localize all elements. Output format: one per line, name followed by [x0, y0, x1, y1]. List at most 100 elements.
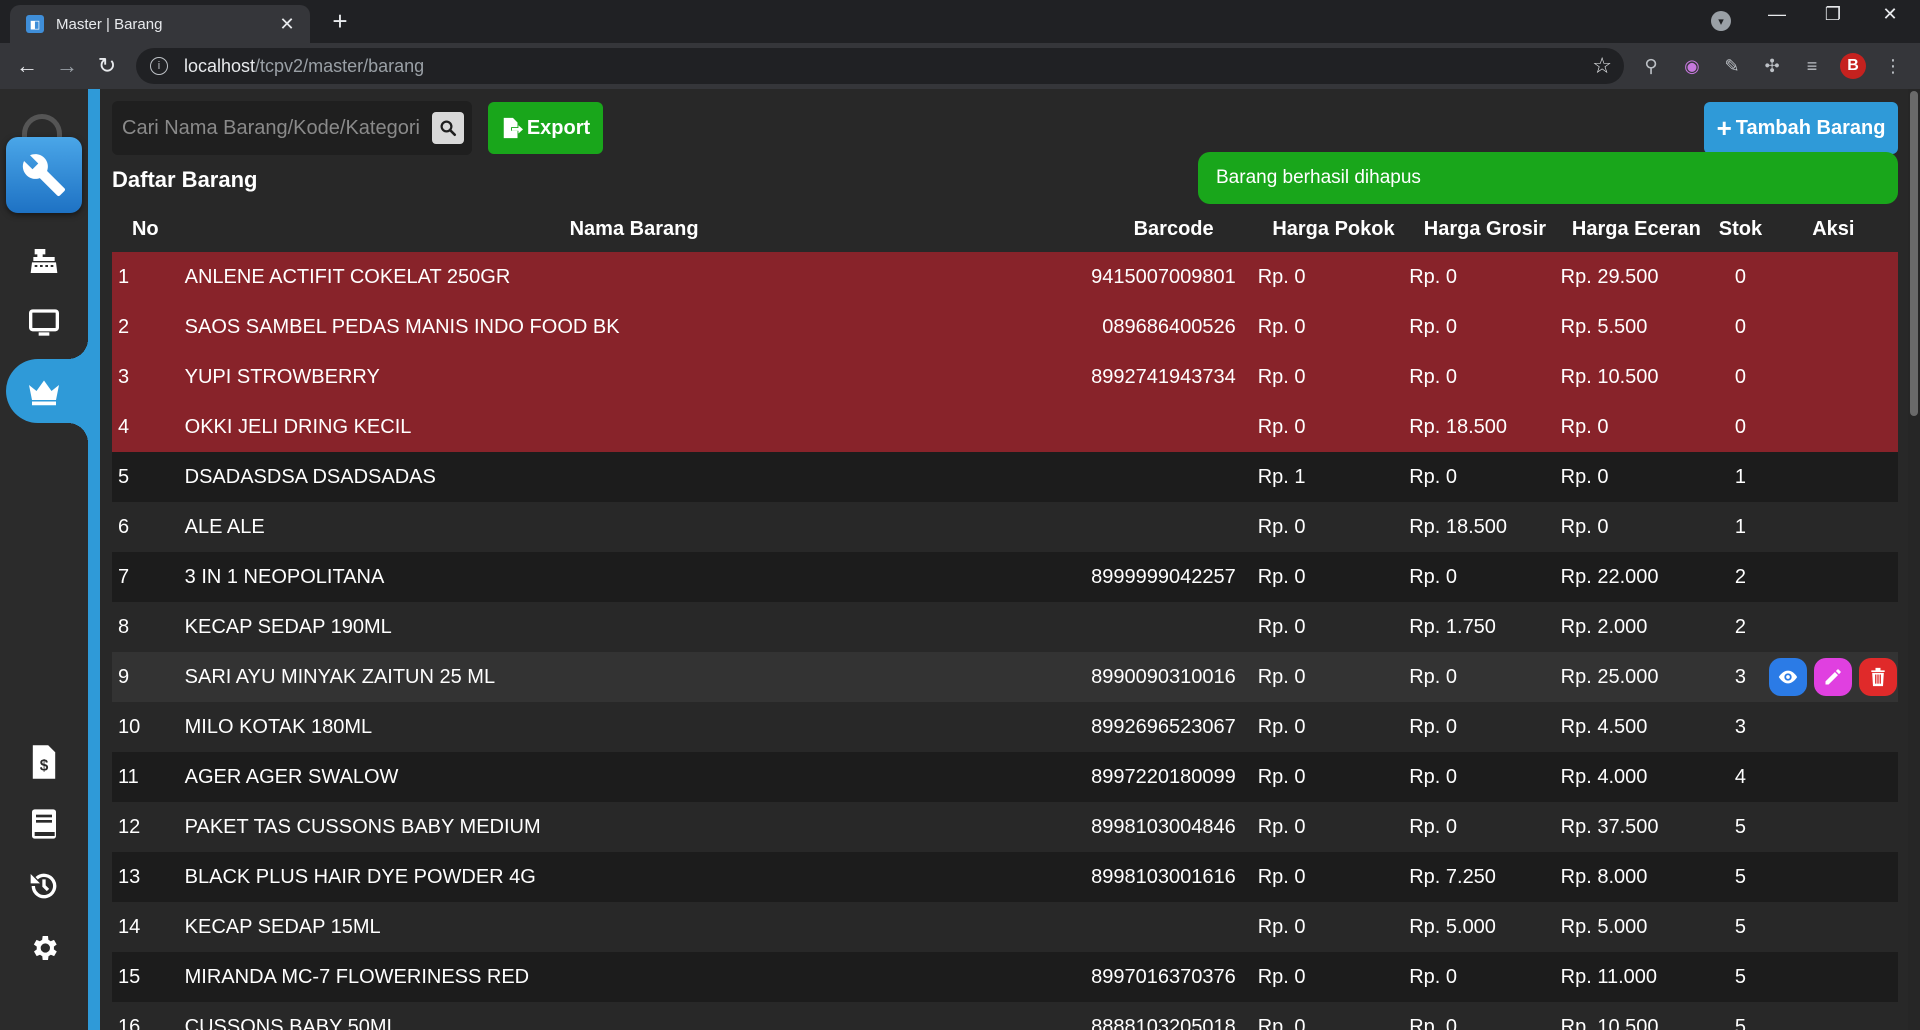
table-row[interactable]: 15 MIRANDA MC-7 FLOWERINESS RED 8997016370… [112, 952, 1898, 1002]
item-name: YUPI STROWBERRY [184, 365, 380, 388]
harga-pokok: Rp. 0 [1257, 865, 1306, 888]
tab-search-icon[interactable]: ▾ [1711, 11, 1731, 31]
plus-icon: + [1716, 113, 1732, 143]
location-pin-icon[interactable]: ⚲ [1638, 53, 1664, 79]
item-name: CUSSONS BABY 50ML [184, 1015, 398, 1030]
harga-eceran: Rp. 4.500 [1560, 715, 1648, 738]
table-row[interactable]: 7 3 IN 1 NEOPOLITANA 8999999042257 Rp. 0 Rp.… [112, 552, 1898, 602]
table-row[interactable]: 9 SARI AYU MINYAK ZAITUN 25 ML 89900903100… [112, 652, 1898, 702]
new-tab-button[interactable]: + [325, 6, 355, 37]
browser-menu-icon[interactable]: ⋮ [1880, 53, 1906, 79]
table-row[interactable]: 2 SAOS SAMBEL PEDAS MANIS INDO FOOD BK 089… [112, 302, 1898, 352]
svg-text:$: $ [40, 757, 49, 774]
item-barcode: 8997220180099 [1091, 765, 1236, 788]
harga-eceran: Rp. 8.000 [1560, 865, 1648, 888]
harga-pokok: Rp. 0 [1257, 665, 1306, 688]
add-item-label: Tambah Barang [1735, 116, 1886, 139]
row-actions [1769, 652, 1898, 702]
delete-button[interactable] [1859, 658, 1898, 696]
item-barcode [1090, 902, 1258, 952]
gear-icon[interactable] [24, 928, 64, 968]
header-harga-grosir: Harga Grosir [1423, 218, 1547, 240]
harga-pokok: Rp. 0 [1257, 365, 1306, 388]
scrollbar-thumb[interactable] [1910, 91, 1918, 416]
harga-pokok: Rp. 0 [1257, 715, 1306, 738]
address-bar[interactable]: i localhost /tcpv2/master/barang ☆ [136, 48, 1624, 84]
table-row[interactable]: 5 DSADASDSA DSADSADAS Rp. 1 Rp. 0 Rp. 0 1 [112, 452, 1898, 502]
harga-pokok: Rp. 0 [1257, 765, 1306, 788]
monitor-icon[interactable] [24, 303, 64, 343]
bookmark-star-icon[interactable]: ☆ [1592, 53, 1612, 79]
item-barcode: 8990090310016 [1091, 665, 1236, 688]
harga-pokok: Rp. 0 [1257, 265, 1306, 288]
item-name: KECAP SEDAP 190ML [184, 615, 392, 638]
harga-pokok: Rp. 0 [1257, 315, 1306, 338]
forward-icon[interactable]: → [52, 51, 82, 81]
crown-icon[interactable] [24, 371, 64, 411]
invoice-icon[interactable]: $ [24, 742, 64, 782]
stok-value: 5 [1734, 815, 1746, 838]
back-icon[interactable]: ← [12, 51, 42, 81]
pen-extension-icon[interactable]: ✎ [1719, 53, 1745, 79]
harga-grosir: Rp. 1.750 [1409, 615, 1496, 638]
table-row[interactable]: 10 MILO KOTAK 180ML 8992696523067 Rp. 0 Rp. … [112, 702, 1898, 752]
cash-register-icon[interactable] [24, 241, 64, 281]
table-row[interactable]: 14 KECAP SEDAP 15ML Rp. 0 Rp. 5.000 Rp. 5.00… [112, 902, 1898, 952]
restore-icon[interactable]: ❐ [1813, 4, 1853, 25]
row-number: 15 [118, 965, 141, 988]
item-name: PAKET TAS CUSSONS BABY MEDIUM [184, 815, 541, 838]
history-icon[interactable] [24, 866, 64, 906]
reload-icon[interactable]: ↻ [92, 51, 122, 81]
close-tab-icon[interactable]: ✕ [276, 14, 298, 35]
row-actions [1769, 702, 1898, 752]
harga-pokok: Rp. 0 [1257, 515, 1306, 538]
table-row[interactable]: 8 KECAP SEDAP 190ML Rp. 0 Rp. 1.750 Rp. 2.00… [112, 602, 1898, 652]
harga-grosir: Rp. 18.500 [1409, 515, 1508, 538]
export-button[interactable]: Export [488, 102, 603, 154]
color-picker-extension-icon[interactable]: ◉ [1679, 53, 1705, 79]
extensions-puzzle-icon[interactable]: ✣ [1759, 53, 1785, 79]
table-row[interactable]: 11 AGER AGER SWALOW 8997220180099 Rp. 0 Rp. … [112, 752, 1898, 802]
row-number: 2 [118, 315, 130, 338]
item-barcode: 9415007009801 [1091, 265, 1236, 288]
table-row[interactable]: 12 PAKET TAS CUSSONS BABY MEDIUM 899810300… [112, 802, 1898, 852]
minimize-icon[interactable]: — [1757, 4, 1797, 25]
brand-logo-wrench-icon[interactable] [6, 137, 82, 213]
profile-avatar-icon[interactable]: B [1840, 53, 1866, 79]
item-name: AGER AGER SWALOW [184, 765, 399, 788]
harga-pokok: Rp. 0 [1257, 565, 1306, 588]
harga-grosir: Rp. 0 [1409, 365, 1458, 388]
table-row[interactable]: 3 YUPI STROWBERRY 8992741943734 Rp. 0 Rp. 0 R… [112, 352, 1898, 402]
table-row[interactable]: 4 OKKI JELI DRING KECIL Rp. 0 Rp. 18.500 Rp.… [112, 402, 1898, 452]
close-window-icon[interactable]: ✕ [1870, 4, 1910, 25]
search-button[interactable] [432, 112, 464, 144]
table-row[interactable]: 6 ALE ALE Rp. 0 Rp. 18.500 Rp. 0 1 [112, 502, 1898, 552]
add-item-button[interactable]: + Tambah Barang [1704, 102, 1898, 154]
table-row[interactable]: 13 BLACK PLUS HAIR DYE POWDER 4G 899810300… [112, 852, 1898, 902]
row-number: 16 [118, 1015, 141, 1030]
item-barcode [1090, 402, 1258, 452]
harga-eceran: Rp. 29.500 [1560, 265, 1659, 288]
table-row[interactable]: 1 ANLENE ACTIFIT COKELAT 250GR 94150070098… [112, 252, 1898, 302]
table-row[interactable]: 16 CUSSONS BABY 50ML 8888103205018 Rp. 0 Rp.… [112, 1002, 1898, 1030]
media-queue-icon[interactable]: ≡ [1799, 53, 1825, 79]
harga-eceran: Rp. 0 [1560, 415, 1609, 438]
view-button[interactable] [1769, 658, 1808, 696]
harga-grosir: Rp. 7.250 [1409, 865, 1496, 888]
scrollbar[interactable] [1908, 89, 1920, 1030]
book-icon[interactable] [24, 804, 64, 844]
browser-tab[interactable]: ◧ Master | Barang ✕ [10, 5, 310, 43]
item-barcode: 8888103205018 [1091, 1015, 1236, 1030]
item-name: SARI AYU MINYAK ZAITUN 25 ML [184, 665, 496, 688]
stok-value: 5 [1734, 965, 1746, 988]
harga-grosir: Rp. 0 [1409, 465, 1458, 488]
search-icon [440, 120, 457, 137]
header-name: Nama Barang [569, 218, 699, 240]
table-header-row: No Nama Barang Barcode Harga Pokok Harga… [112, 207, 1898, 252]
site-info-icon[interactable]: i [150, 57, 168, 75]
edit-button[interactable] [1814, 658, 1853, 696]
row-actions [1769, 852, 1898, 902]
stok-value: 5 [1734, 865, 1746, 888]
success-toast: Barang berhasil dihapus [1198, 152, 1898, 204]
search-input[interactable] [122, 116, 432, 140]
